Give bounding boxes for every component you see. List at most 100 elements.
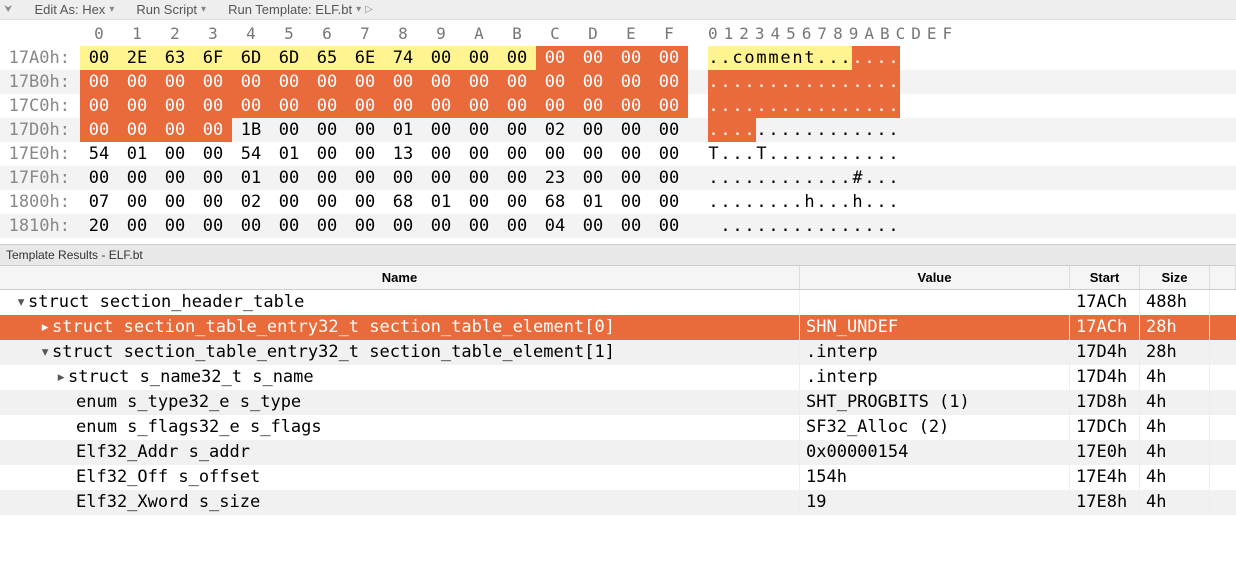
hex-byte[interactable]: 00 <box>308 166 346 190</box>
hex-byte[interactable]: 00 <box>156 118 194 142</box>
hex-byte[interactable]: 04 <box>536 214 574 238</box>
hex-byte[interactable]: 01 <box>574 190 612 214</box>
hex-byte[interactable]: 00 <box>156 70 194 94</box>
hex-byte[interactable]: 00 <box>612 46 650 70</box>
hex-row[interactable]: 17E0h:54010000540100001300000000000000T.… <box>0 142 1236 166</box>
hex-byte[interactable]: 00 <box>232 214 270 238</box>
hex-byte[interactable]: 01 <box>118 142 156 166</box>
hex-byte[interactable]: 00 <box>612 214 650 238</box>
hex-byte[interactable]: 00 <box>498 190 536 214</box>
hex-byte[interactable]: 00 <box>194 166 232 190</box>
hex-byte[interactable]: 00 <box>422 142 460 166</box>
hex-byte[interactable]: 00 <box>574 214 612 238</box>
hex-byte[interactable]: 23 <box>536 166 574 190</box>
ascii-cell[interactable]: ................ <box>708 118 928 142</box>
hex-row[interactable]: 17B0h:00000000000000000000000000000000..… <box>0 70 1236 94</box>
hex-byte[interactable]: 68 <box>536 190 574 214</box>
hex-byte[interactable]: 00 <box>308 94 346 118</box>
chevron-down-icon[interactable]: ▾ <box>16 290 28 315</box>
col-size[interactable]: Size <box>1140 266 1210 289</box>
hex-byte[interactable]: 68 <box>384 190 422 214</box>
ascii-cell[interactable]: ............... <box>708 214 928 238</box>
hex-row[interactable]: 17F0h:00000000010000000000000023000000..… <box>0 166 1236 190</box>
hex-byte[interactable]: 00 <box>422 166 460 190</box>
hex-byte[interactable]: 63 <box>156 46 194 70</box>
hex-byte[interactable]: 00 <box>536 46 574 70</box>
hex-byte[interactable]: 74 <box>384 46 422 70</box>
hex-byte[interactable]: 07 <box>80 190 118 214</box>
hex-byte[interactable]: 00 <box>460 70 498 94</box>
hex-byte[interactable]: 6D <box>232 46 270 70</box>
hex-byte[interactable]: 02 <box>232 190 270 214</box>
hex-byte[interactable]: 00 <box>574 118 612 142</box>
hex-byte[interactable]: 00 <box>498 70 536 94</box>
hex-row[interactable]: 17D0h:000000001B0000000100000002000000..… <box>0 118 1236 142</box>
hex-byte[interactable]: 1B <box>232 118 270 142</box>
hex-byte[interactable]: 00 <box>156 214 194 238</box>
hex-byte[interactable]: 01 <box>270 142 308 166</box>
hex-row[interactable]: 17A0h:002E636F6D6D656E7400000000000000..… <box>0 46 1236 70</box>
hex-byte[interactable]: 00 <box>156 190 194 214</box>
col-name[interactable]: Name <box>0 266 800 289</box>
hex-byte[interactable]: 00 <box>346 94 384 118</box>
hex-byte[interactable]: 00 <box>612 70 650 94</box>
hex-byte[interactable]: 00 <box>422 214 460 238</box>
hex-byte[interactable]: 00 <box>346 166 384 190</box>
hex-byte[interactable]: 00 <box>650 214 688 238</box>
hex-byte[interactable]: 00 <box>460 142 498 166</box>
hex-byte[interactable]: 00 <box>612 118 650 142</box>
hex-byte[interactable]: 00 <box>232 70 270 94</box>
hex-byte[interactable]: 01 <box>232 166 270 190</box>
hex-byte[interactable]: 00 <box>308 214 346 238</box>
hex-byte[interactable]: 00 <box>498 94 536 118</box>
tree-row[interactable]: ▸struct s_name32_t s_name.interp17D4h4h <box>0 365 1236 390</box>
template-results-tree[interactable]: ▾struct section_header_table17ACh488h▸st… <box>0 290 1236 570</box>
col-value[interactable]: Value <box>800 266 1070 289</box>
hex-byte[interactable]: 00 <box>156 94 194 118</box>
hex-byte[interactable]: 00 <box>346 118 384 142</box>
hex-byte[interactable]: 00 <box>118 70 156 94</box>
hex-byte[interactable]: 00 <box>574 142 612 166</box>
hex-byte[interactable]: 00 <box>270 214 308 238</box>
hex-byte[interactable]: 00 <box>270 166 308 190</box>
hex-byte[interactable]: 00 <box>460 214 498 238</box>
hex-byte[interactable]: 00 <box>650 70 688 94</box>
hex-byte[interactable]: 2E <box>118 46 156 70</box>
hex-byte[interactable]: 00 <box>650 94 688 118</box>
hex-byte[interactable]: 00 <box>118 190 156 214</box>
hex-byte[interactable]: 00 <box>650 190 688 214</box>
hex-byte[interactable]: 54 <box>232 142 270 166</box>
run-template-menu[interactable]: Run Template: ELF.bt ▾ ▷ <box>228 2 373 17</box>
hex-byte[interactable]: 00 <box>460 118 498 142</box>
hex-byte[interactable]: 00 <box>536 94 574 118</box>
hex-byte[interactable]: 00 <box>346 190 384 214</box>
hex-byte[interactable]: 00 <box>384 166 422 190</box>
hex-byte[interactable]: 6D <box>270 46 308 70</box>
hex-byte[interactable]: 65 <box>308 46 346 70</box>
collapse-icon[interactable]: ⮟ <box>4 4 13 15</box>
hex-byte[interactable]: 00 <box>460 190 498 214</box>
ascii-cell[interactable]: ..comment....... <box>708 46 928 70</box>
hex-byte[interactable]: 00 <box>612 142 650 166</box>
hex-byte[interactable]: 00 <box>574 46 612 70</box>
tree-row[interactable]: Elf32_Xword s_size1917E8h4h <box>0 490 1236 515</box>
hex-byte[interactable]: 00 <box>156 142 194 166</box>
hex-byte[interactable]: 00 <box>346 70 384 94</box>
hex-byte[interactable]: 00 <box>80 70 118 94</box>
hex-byte[interactable]: 00 <box>308 142 346 166</box>
hex-byte[interactable]: 00 <box>384 94 422 118</box>
chevron-right-icon[interactable]: ▸ <box>40 315 52 340</box>
hex-byte[interactable]: 00 <box>118 118 156 142</box>
hex-byte[interactable]: 00 <box>460 166 498 190</box>
hex-byte[interactable]: 00 <box>612 94 650 118</box>
hex-byte[interactable]: 00 <box>80 166 118 190</box>
tree-row[interactable]: Elf32_Addr s_addr0x0000015417E0h4h <box>0 440 1236 465</box>
edit-as-menu[interactable]: Edit As: Hex ▾ <box>35 2 115 17</box>
hex-viewer[interactable]: 0 1 2 3 4 5 6 7 8 9 A B C D E F 01234567… <box>0 20 1236 244</box>
hex-byte[interactable]: 00 <box>308 118 346 142</box>
ascii-cell[interactable]: T...T........... <box>708 142 928 166</box>
hex-byte[interactable]: 00 <box>194 70 232 94</box>
hex-byte[interactable]: 00 <box>422 94 460 118</box>
hex-byte[interactable]: 00 <box>498 214 536 238</box>
hex-byte[interactable]: 00 <box>270 70 308 94</box>
